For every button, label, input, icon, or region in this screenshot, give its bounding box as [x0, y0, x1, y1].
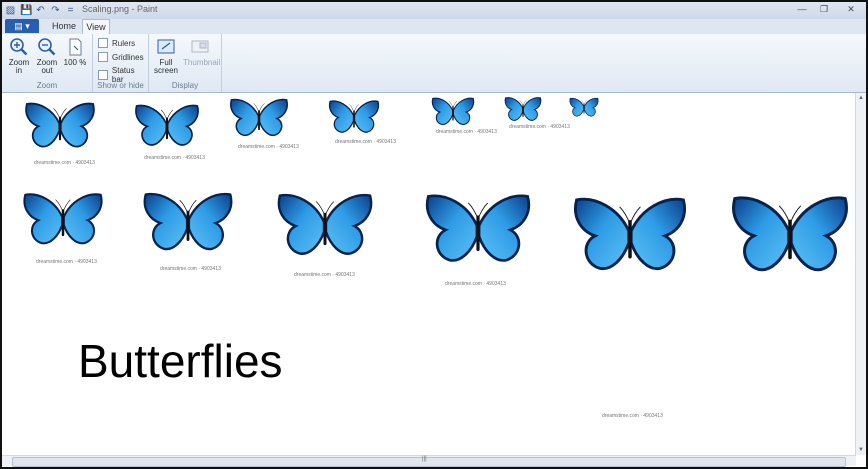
full-screen-icon: [157, 39, 175, 54]
zoom-group-label: Zoom: [36, 81, 58, 90]
butterfly-image: [229, 95, 289, 143]
zoom-in-label: Zoom in: [8, 58, 30, 75]
checkbox-icon: [98, 38, 108, 48]
actual-size-label: 100 %: [63, 58, 87, 67]
display-group: Full screen Thumbnail Display: [149, 34, 222, 92]
scrollbar-grip-icon: |||: [422, 456, 427, 462]
butterfly-image: [142, 189, 234, 259]
actual-size-button[interactable]: 100 %: [62, 37, 88, 67]
rulers-checkbox[interactable]: Rulers: [98, 38, 135, 48]
drawing-canvas[interactable]: dreamstime.com · 4903413 dreamstime.com …: [2, 93, 856, 455]
zoom-in-button[interactable]: Zoom in: [6, 37, 32, 75]
butterfly-caption: dreamstime.com · 4903413: [436, 129, 497, 135]
butterfly-image: [22, 189, 104, 253]
butterfly-image: [276, 189, 374, 265]
zoom-out-button[interactable]: Zoom out: [34, 37, 60, 75]
butterfly-image: [24, 99, 96, 155]
page-icon: [69, 38, 82, 56]
butterfly-image: [730, 191, 850, 283]
butterfly-image: [424, 189, 532, 273]
butterfly-caption: dreamstime.com · 4903413: [34, 160, 95, 166]
tab-home[interactable]: Home: [46, 19, 82, 33]
zoom-out-icon: [38, 38, 56, 56]
zoom-in-icon: [10, 38, 28, 56]
thumbnail-button[interactable]: Thumbnail: [183, 37, 221, 67]
butterfly-caption: dreamstime.com · 4903413: [509, 124, 570, 130]
redo-icon[interactable]: ↷: [50, 5, 61, 16]
thumbnail-icon: [191, 40, 209, 53]
gridlines-checkbox[interactable]: Gridlines: [98, 52, 144, 62]
butterfly-caption: dreamstime.com · 4903413: [294, 272, 355, 278]
vertical-scrollbar[interactable]: ▲ ▼: [855, 93, 866, 455]
rulers-label: Rulers: [112, 38, 136, 48]
scroll-down-icon[interactable]: ▼: [857, 446, 865, 454]
close-button[interactable]: ✕: [838, 3, 864, 16]
display-group-label: Display: [171, 81, 199, 90]
canvas-text: Butterflies: [78, 335, 283, 387]
gridlines-label: Gridlines: [112, 52, 144, 62]
scroll-up-icon[interactable]: ▲: [857, 94, 865, 102]
paint-app-icon: ▨: [5, 5, 16, 16]
show-hide-group-label: Show or hide: [97, 81, 144, 90]
butterfly-caption: dreamstime.com · 4903413: [36, 259, 97, 265]
save-icon[interactable]: 💾: [20, 5, 32, 16]
customize-qat-icon[interactable]: =: [65, 5, 76, 16]
horizontal-scrollbar[interactable]: |||: [2, 455, 856, 467]
undo-icon[interactable]: ↶: [35, 5, 46, 16]
butterfly-caption: dreamstime.com · 4903413: [335, 139, 396, 145]
maximize-button[interactable]: ❐: [816, 3, 832, 16]
butterfly-caption: dreamstime.com · 4903413: [602, 413, 663, 419]
butterfly-image: [569, 96, 599, 120]
thumbnail-label: Thumbnail: [183, 58, 221, 67]
butterfly-image: [572, 193, 688, 281]
butterfly-caption: dreamstime.com · 4903413: [238, 144, 299, 150]
full-screen-button[interactable]: Full screen: [153, 37, 179, 75]
show-hide-group: Rulers Gridlines Status bar Show or hide: [93, 34, 149, 92]
scrollbar-thumb[interactable]: [12, 457, 846, 467]
butterfly-image: [431, 95, 475, 130]
checkbox-icon: [98, 70, 108, 80]
butterfly-caption: dreamstime.com · 4903413: [160, 266, 221, 272]
checkbox-icon: [98, 52, 108, 62]
butterfly-caption: dreamstime.com · 4903413: [144, 155, 205, 161]
paint-window: ▨ 💾 ↶ ↷ = Scaling.png - Paint — ❐ ✕ ▤ ▾ …: [0, 0, 868, 469]
full-screen-label: Full screen: [153, 58, 178, 75]
butterfly-caption: dreamstime.com · 4903413: [445, 281, 506, 287]
butterfly-image: [504, 95, 542, 125]
butterfly-image: [134, 101, 200, 153]
window-controls: — ❐ ✕: [794, 3, 864, 16]
ribbon: Zoom in Zoom out 100 % Zoom Rulers Gridl…: [2, 34, 866, 93]
title-bar: ▨ 💾 ↶ ↷ = Scaling.png - Paint — ❐ ✕: [2, 2, 866, 19]
ribbon-tabs: ▤ ▾ Home View: [2, 19, 866, 34]
quick-access-toolbar: ▨ 💾 ↶ ↷ =: [5, 3, 76, 18]
zoom-out-label: Zoom out: [36, 58, 58, 75]
zoom-group: Zoom in Zoom out 100 % Zoom: [2, 34, 93, 92]
butterfly-image: [328, 97, 380, 139]
tab-view[interactable]: View: [82, 19, 110, 34]
file-menu-button[interactable]: ▤ ▾: [5, 19, 39, 33]
minimize-button[interactable]: —: [794, 3, 810, 16]
window-title: Scaling.png - Paint: [82, 4, 158, 14]
